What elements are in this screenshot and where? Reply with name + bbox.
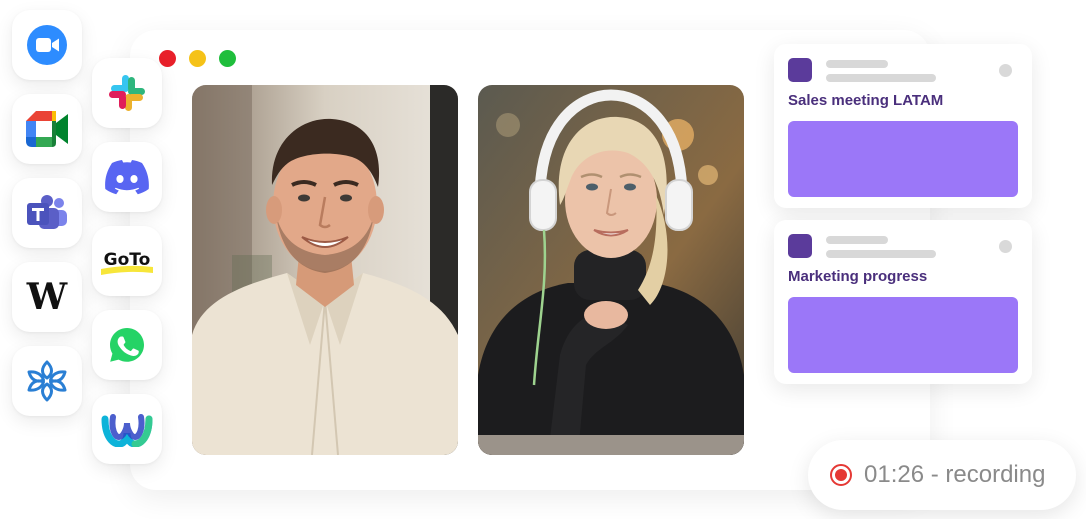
goto-icon: GoTo — [101, 250, 153, 275]
placeholder-line — [826, 74, 936, 82]
placeholder-line — [826, 250, 936, 258]
recording-status-text: 01:26 - recording — [864, 461, 1046, 488]
placeholder-line — [826, 60, 888, 68]
participant-video-woman[interactable] — [478, 85, 744, 455]
meeting-title: Sales meeting LATAM — [788, 92, 944, 109]
participant-photo-man — [192, 85, 458, 455]
recording-indicator[interactable]: 01:26 - recording — [808, 440, 1076, 510]
placeholder-line — [826, 236, 888, 244]
window-close-dot[interactable] — [159, 50, 176, 67]
participant-video-man[interactable] — [192, 85, 458, 455]
window-maximize-dot[interactable] — [219, 50, 236, 67]
whatsapp-icon — [110, 328, 144, 362]
meeting-status-dot — [999, 240, 1012, 253]
app-tile-w[interactable]: W — [12, 262, 82, 332]
w-letter-icon: W — [26, 279, 68, 315]
zoom-icon — [27, 25, 67, 65]
google-meet-icon — [26, 111, 68, 147]
app-tile-slack[interactable] — [92, 58, 162, 128]
record-icon — [830, 464, 852, 486]
app-tile-microsoft-teams[interactable] — [12, 178, 82, 248]
slack-icon — [109, 75, 145, 111]
app-tile-whatsapp[interactable] — [92, 310, 162, 380]
meeting-avatar-square — [788, 234, 812, 258]
microsoft-teams-icon — [27, 195, 67, 229]
goto-logo-text: GoTo — [104, 250, 151, 270]
window-minimize-dot[interactable] — [189, 50, 206, 67]
meeting-avatar-square — [788, 58, 812, 82]
app-tile-google-meet[interactable] — [12, 94, 82, 164]
discord-icon — [105, 160, 149, 195]
meeting-status-dot — [999, 64, 1012, 77]
app-tile-webex[interactable] — [92, 394, 162, 464]
app-tile-asterisk[interactable] — [12, 346, 82, 416]
meeting-card[interactable]: Sales meeting LATAM — [774, 44, 1032, 208]
meeting-card[interactable]: Marketing progress — [774, 220, 1032, 384]
meeting-preview-block — [788, 297, 1018, 373]
participant-photo-woman — [478, 85, 744, 455]
app-tile-goto[interactable]: GoTo — [92, 226, 162, 296]
meeting-preview-block — [788, 121, 1018, 197]
webex-icon — [101, 414, 153, 447]
app-tile-discord[interactable] — [92, 142, 162, 212]
svg-text:W: W — [26, 279, 68, 315]
app-tile-zoom[interactable] — [12, 10, 82, 80]
meeting-title: Marketing progress — [788, 268, 928, 285]
asterisk-icon — [27, 360, 67, 402]
